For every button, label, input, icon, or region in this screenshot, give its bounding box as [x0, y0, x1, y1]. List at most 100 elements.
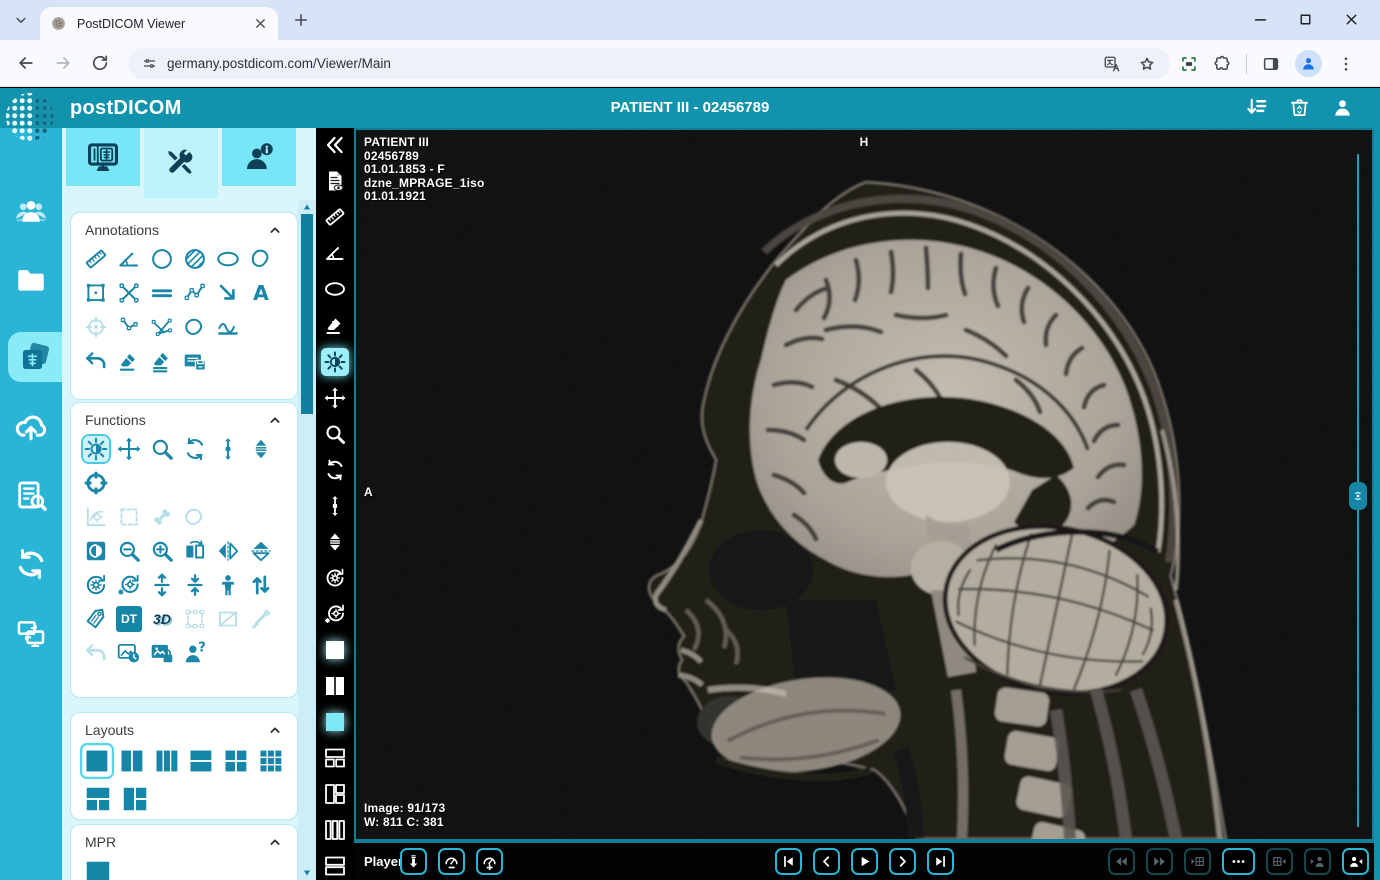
speed-up-button[interactable]	[476, 848, 503, 875]
lock-image-button[interactable]	[149, 640, 175, 666]
toolbar-layout-1l-2r[interactable]	[323, 782, 347, 806]
image-slider-handle[interactable]	[1349, 482, 1367, 510]
toolbar-angle-tool[interactable]	[323, 241, 347, 265]
layout-1-left-2-right[interactable]	[120, 784, 150, 814]
sidebar-item-sync[interactable]	[14, 547, 48, 581]
toolbar-pan-tool[interactable]	[323, 386, 347, 410]
previous-patient-button[interactable]	[1304, 848, 1331, 875]
sidebar-item-share-screen[interactable]	[14, 616, 48, 650]
layout-3x3[interactable]	[257, 746, 285, 776]
pan-tool[interactable]	[116, 436, 142, 462]
hanging-protocol-icon[interactable]	[1245, 96, 1268, 119]
layout-2x1[interactable]	[187, 746, 215, 776]
forward-button[interactable]	[53, 53, 73, 73]
scroll-tool[interactable]	[215, 436, 241, 462]
collapse-vertical-button[interactable]	[182, 572, 208, 598]
arrow-tool[interactable]	[215, 280, 241, 306]
next-patient-button[interactable]	[1342, 848, 1369, 875]
zoom-out-button[interactable]	[116, 538, 142, 564]
next-series-button[interactable]	[1266, 848, 1293, 875]
bone-window-tool[interactable]	[149, 504, 175, 530]
sidebar-item-image-viewer[interactable]	[8, 332, 62, 382]
toolbar-layout-single-active[interactable]	[323, 638, 347, 662]
functions-collapse-icon[interactable]	[267, 412, 283, 428]
toolbar-layout-1-2[interactable]	[323, 746, 347, 770]
region-window-tool[interactable]	[116, 504, 142, 530]
extensions-icon[interactable]	[1213, 55, 1231, 73]
sort-order-button[interactable]	[248, 572, 274, 598]
scroll-down-arrow[interactable]	[300, 867, 314, 879]
anonymize-button[interactable]: ?	[182, 640, 208, 666]
dt-button[interactable]: DT	[116, 606, 142, 632]
series-list-button[interactable]	[1222, 848, 1255, 875]
profile-avatar[interactable]	[1295, 50, 1322, 77]
layout-1x1[interactable]	[80, 743, 114, 779]
toolbar-ruler-tool[interactable]	[323, 205, 347, 229]
cross-measure-tool[interactable]	[116, 280, 142, 306]
side-panel-icon[interactable]	[1262, 55, 1280, 73]
toolbar-layout-2row[interactable]	[323, 854, 347, 878]
probe-tool[interactable]	[83, 470, 109, 496]
site-settings-icon[interactable]	[142, 56, 157, 71]
toolbar-reset-button[interactable]	[323, 566, 347, 590]
zoom-in-button[interactable]	[149, 538, 175, 564]
cobb-angle-tool[interactable]	[149, 314, 175, 340]
clear-region-tool[interactable]	[215, 606, 241, 632]
freehand-window-tool[interactable]	[182, 504, 208, 530]
toolbar-series-highlight[interactable]	[323, 710, 347, 734]
angle-tool[interactable]	[116, 246, 142, 272]
browser-menu-icon[interactable]	[1337, 55, 1355, 73]
next-image-button[interactable]	[889, 848, 916, 875]
fast-rewind-button[interactable]	[1108, 848, 1135, 875]
expand-vertical-button[interactable]	[149, 572, 175, 598]
filled-ellipse-tool[interactable]	[182, 246, 208, 272]
mpr-layout-button[interactable]	[83, 858, 113, 880]
tab-close-icon[interactable]	[253, 16, 268, 31]
toolbar-auto-adjust-button[interactable]	[323, 602, 347, 626]
rectangle-roi-tool[interactable]	[83, 280, 109, 306]
image-viewport[interactable]: PATIENT III 02456789 01.01.1853 - F dzne…	[354, 128, 1374, 841]
sidebar-item-patients[interactable]	[14, 194, 48, 228]
text-annotation-tool[interactable]: A	[248, 280, 274, 306]
address-bar[interactable]: germany.postdicom.com/Viewer/Main	[128, 48, 1170, 79]
3d-button[interactable]: 3D	[149, 606, 175, 632]
toolbar-ellipse-tool[interactable]	[323, 277, 347, 301]
previous-image-button[interactable]	[813, 848, 840, 875]
previous-series-button[interactable]	[1184, 848, 1211, 875]
flip-horizontal-button[interactable]	[182, 538, 208, 564]
toolbar-eraser-tool[interactable]	[323, 313, 347, 337]
tab-tools[interactable]	[144, 128, 218, 198]
sidebar-item-folders[interactable]	[14, 263, 48, 297]
polyline-tool[interactable]	[182, 280, 208, 306]
toolbar-rotate-tool[interactable]	[323, 458, 347, 482]
toolbar-scroll-tool[interactable]	[323, 494, 347, 518]
undo-function-button[interactable]	[83, 640, 109, 666]
layout-1-top-2-bottom[interactable]	[83, 784, 113, 814]
screen-capture-icon[interactable]	[1180, 55, 1198, 73]
mirror-vertical-button[interactable]	[248, 538, 274, 564]
circle-tool[interactable]	[149, 246, 175, 272]
undo-annotation-button[interactable]	[83, 348, 109, 374]
rotate-tool[interactable]	[182, 436, 208, 462]
last-image-button[interactable]	[927, 848, 954, 875]
postdicom-logo-icon[interactable]	[4, 90, 58, 144]
open-angle-tool[interactable]	[116, 314, 142, 340]
new-tab-icon[interactable]	[292, 11, 310, 29]
layout-1x3[interactable]	[153, 746, 181, 776]
window-close-button[interactable]	[1343, 11, 1360, 28]
layout-1x2[interactable]	[118, 746, 146, 776]
center-point-tool[interactable]	[83, 314, 109, 340]
ellipse-tool[interactable]	[215, 246, 241, 272]
selection-box-tool[interactable]	[182, 606, 208, 632]
first-image-button[interactable]	[775, 848, 802, 875]
spline-tool[interactable]	[215, 314, 241, 340]
browser-tab[interactable]: PostDICOM Viewer	[40, 7, 278, 40]
patient-orientation-button[interactable]	[215, 572, 241, 598]
back-button[interactable]	[16, 53, 36, 73]
panel-scrollbar[interactable]	[298, 200, 316, 880]
sidebar-item-worklist[interactable]	[14, 478, 48, 512]
freehand-tool[interactable]	[248, 246, 274, 272]
recycle-bin-icon[interactable]	[1288, 96, 1311, 119]
tag-button[interactable]	[83, 606, 109, 632]
panel-scrollbar-thumb[interactable]	[301, 214, 313, 414]
